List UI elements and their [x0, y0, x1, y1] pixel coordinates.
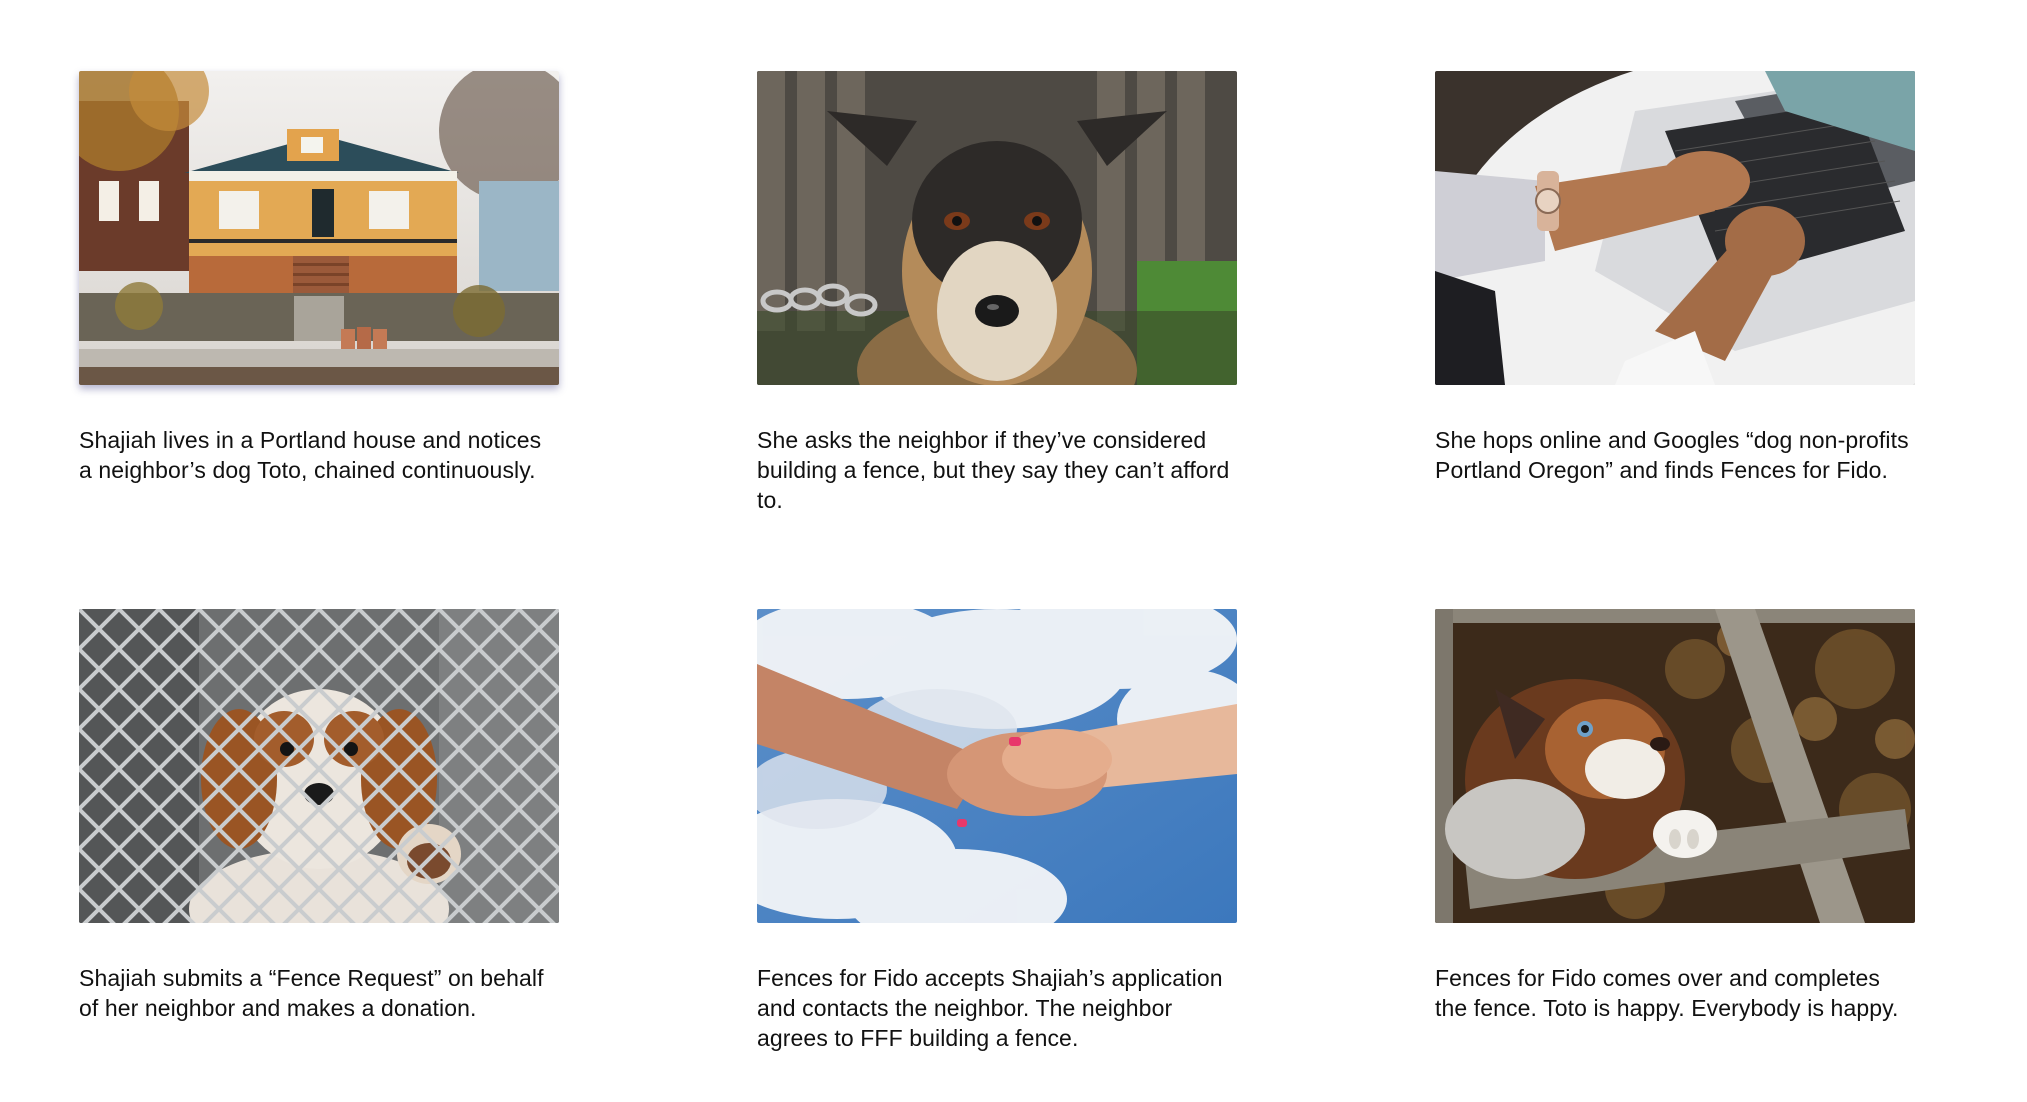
story-panel-3: She hops online and Googles “dog non-pro… — [1435, 71, 1915, 485]
story-caption-4: Shajiah submits a “Fence Request” on beh… — [79, 965, 544, 1021]
story-caption-5: Fences for Fido accepts Shajiah’s applic… — [757, 965, 1223, 1051]
story-caption-3: She hops online and Googles “dog non-pro… — [1435, 427, 1909, 483]
story-panel-2: She asks the neighbor if they’ve conside… — [757, 71, 1237, 515]
happy-dog-fence-photo — [1435, 609, 1915, 923]
portland-house-photo — [79, 71, 559, 385]
chained-dog-photo — [757, 71, 1237, 385]
story-caption-2: She asks the neighbor if they’ve conside… — [757, 427, 1230, 513]
puppy-behind-fence-photo — [79, 609, 559, 923]
story-panel-5: Fences for Fido accepts Shajiah’s applic… — [757, 609, 1237, 1053]
story-panel-6: Fences for Fido comes over and completes… — [1435, 609, 1915, 1023]
story-caption-1: Shajiah lives in a Portland house and no… — [79, 427, 542, 483]
story-panel-1: Shajiah lives in a Portland house and no… — [79, 71, 559, 485]
story-panel-4: Shajiah submits a “Fence Request” on beh… — [79, 609, 559, 1023]
laptop-typing-photo — [1435, 71, 1915, 385]
story-caption-6: Fences for Fido comes over and completes… — [1435, 965, 1899, 1021]
storyboard-grid: Shajiah lives in a Portland house and no… — [0, 0, 2027, 1102]
handshake-photo — [757, 609, 1237, 923]
